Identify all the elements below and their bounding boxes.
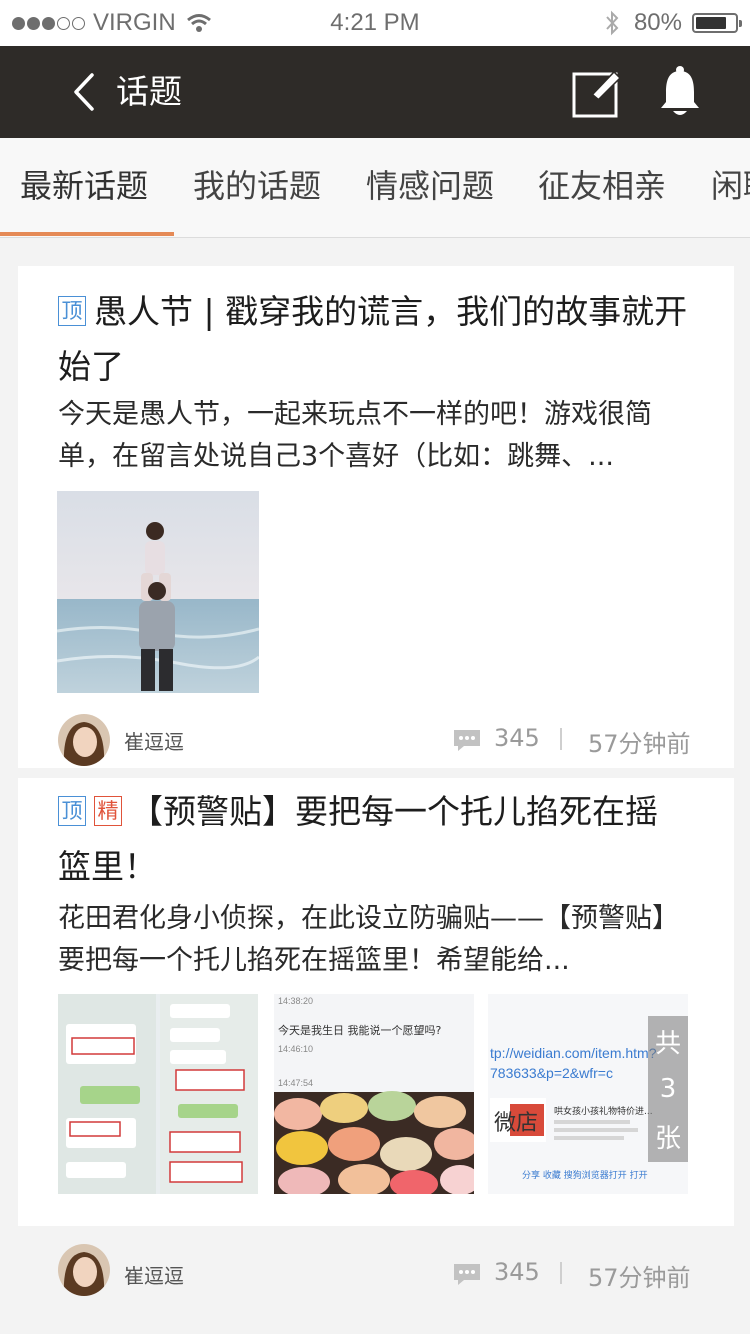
more-images-count: 3 [659,1074,677,1104]
topic-feed[interactable]: 顶愚人节 | 戳穿我的谎言，我们的故事就开始了 今天是愚人节，一起来玩点不一样的… [0,238,750,1334]
post-title[interactable]: 顶精【预警贴】要把每一个托儿掐死在摇篮里！ [58,784,688,894]
post-photo[interactable] [58,994,258,1194]
battery-percent: 80% [633,9,682,36]
category-tabs: 最新话题 我的话题 情感问题 征友相亲 闲聊 [0,138,750,238]
footer-divider [560,1262,562,1284]
post-time: 57分钟前 [588,730,691,758]
status-right: 80% [604,9,742,37]
comment-icon [454,730,480,751]
post-footer: 崔逗逗 345 57分钟前 [18,714,750,784]
post-card[interactable]: 顶愚人节 | 戳穿我的谎言，我们的故事就开始了 今天是愚人节，一起来玩点不一样的… [18,266,734,768]
nav-bar: 话题 [0,46,750,138]
image-actions: 分享 收藏 搜狗浏览器打开 打开 [522,1169,648,1181]
more-images-label: 共 [654,1029,681,1059]
battery-icon [692,13,742,33]
post-time: 57分钟前 [588,1264,691,1292]
chat-message: 今天是我生日 我能说一个愿望吗? [278,1023,441,1037]
pinned-badge: 顶 [58,296,86,326]
comment-count: 345 [494,1258,540,1286]
more-images-badge[interactable]: 共 3 张 [648,1016,688,1162]
post-footer: 崔逗逗 345 57分钟前 [18,1244,750,1314]
compose-icon[interactable] [572,68,622,118]
tab-chat[interactable]: 闲聊 [711,138,750,234]
macaron-chat-image: 14:38:20 今天是我生日 我能说一个愿望吗? 14:46:10 14:47… [274,994,474,1194]
post-title-text: 愚人节 | 戳穿我的谎言，我们的故事就开始了 [58,292,688,386]
author-name[interactable]: 崔逗逗 [124,1260,184,1289]
pinned-badge: 顶 [58,796,86,826]
tab-dating[interactable]: 征友相亲 [538,138,666,234]
post-photo[interactable] [57,491,259,693]
shop-url: 783633&p=2&wfr=c [490,1065,613,1081]
back-chevron-icon[interactable] [64,72,104,112]
post-card[interactable]: 顶精【预警贴】要把每一个托儿掐死在摇篮里！ 花田君化身小侦探，在此设立防骗贴——… [18,778,734,1296]
avatar[interactable] [58,1244,110,1296]
post-photo[interactable]: 14:38:20 今天是我生日 我能说一个愿望吗? 14:46:10 14:47… [274,994,474,1194]
tab-my-topics[interactable]: 我的话题 [193,138,321,234]
post-title[interactable]: 顶愚人节 | 戳穿我的谎言，我们的故事就开始了 [58,284,688,394]
chat-screenshot-image [58,994,258,1194]
shop-tag: 微店 [494,1111,538,1136]
product-title: 哄女孩小孩礼物特价进... [554,1105,653,1117]
tab-emotion[interactable]: 情感问题 [366,138,494,234]
more-images-unit: 张 [654,1124,681,1154]
beach-photo-image [57,491,259,693]
post-summary: 今天是愚人节，一起来玩点不一样的吧！游戏很简单，在留言处说自己3个喜好（比如：跳… [58,399,652,472]
post-title-text: 【预警贴】要把每一个托儿掐死在摇篮里！ [58,792,658,886]
comment-count: 345 [494,724,540,752]
bluetooth-icon [606,10,619,36]
chat-timestamp: 14:46:10 [278,1044,313,1054]
bell-icon[interactable] [658,66,702,118]
chat-timestamp: 14:38:20 [278,996,313,1006]
comment-icon [454,1264,480,1285]
battery-level [696,17,727,29]
footer-divider [560,728,562,750]
status-bar: VIRGIN 4:21 PM 80% [0,0,750,46]
active-tab-indicator [0,232,174,236]
avatar[interactable] [58,714,110,766]
post-summary: 花田君化身小侦探，在此设立防骗贴——【预警贴】要把每一个托儿掐死在摇篮里！希望能… [58,903,679,976]
shop-url: tp://weidian.com/item.htm? [490,1045,657,1061]
featured-badge: 精 [94,796,122,826]
author-name[interactable]: 崔逗逗 [124,726,184,755]
chat-timestamp: 14:47:54 [278,1078,313,1088]
tab-latest-topics[interactable]: 最新话题 [20,138,148,234]
page-title: 话题 [116,72,182,111]
